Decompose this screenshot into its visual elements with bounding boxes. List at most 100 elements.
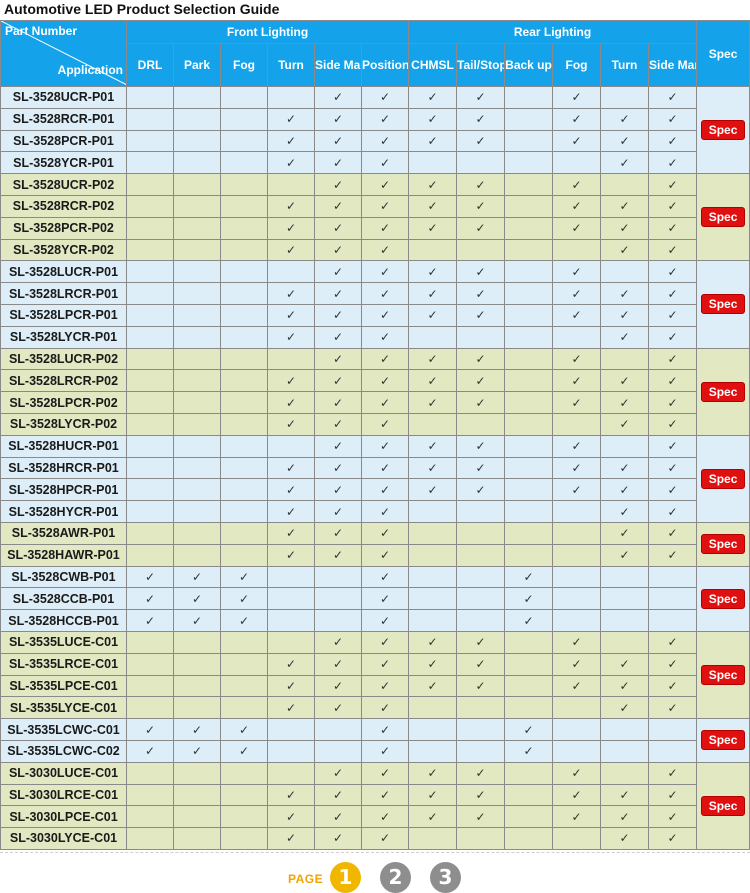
check-mark-cell: ✓ [361,478,409,502]
check-mark-cell: ✓ [408,391,457,414]
check-mark-cell: ✓ [361,827,409,850]
empty-cell [126,630,174,654]
empty-cell [220,434,268,458]
spec-button[interactable]: Spec [700,207,746,228]
table-row: SL-3528AWR-P01 ✓ ✓ ✓ ✓ ✓ Spec [0,521,750,567]
check-mark-cell: ✓ [314,696,362,720]
empty-cell [600,173,649,196]
page-1-button[interactable]: 1 [330,862,361,893]
header-col-rear-turn: Turn [600,43,649,87]
empty-cell [220,521,268,545]
check-mark-cell: ✓ [314,652,362,676]
check-mark-cell: ✓ [267,391,315,414]
page-3-button[interactable]: 3 [430,862,461,893]
check-mark-cell: ✓ [314,805,362,829]
check-mark-cell: ✓ [267,827,315,850]
check-mark-cell: ✓ [600,543,649,567]
part-number-cell: SL-3535LRCE-C01 [0,652,127,676]
check-mark-cell: ✓ [267,478,315,502]
table-row: SL-3535LRCE-C01 ✓ ✓ ✓ ✓ ✓ ✓ ✓ ✓ [0,652,750,676]
spec-button[interactable]: Spec [700,294,746,315]
spec-button[interactable]: Spec [700,381,746,402]
empty-cell [504,827,553,850]
check-mark-cell: ✓ [504,609,553,632]
empty-cell [173,325,221,349]
empty-cell [504,151,553,175]
empty-cell [408,238,457,262]
check-mark-cell: ✓ [456,391,505,414]
spec-button[interactable]: Spec [700,730,746,751]
check-mark-cell: ✓ [314,434,362,458]
table-row: SL-3528YCR-P01 ✓ ✓ ✓ ✓ ✓ [0,151,750,175]
check-mark-cell: ✓ [314,500,362,523]
spec-button[interactable]: Spec [700,534,746,555]
empty-cell [267,173,315,196]
check-mark-cell: ✓ [600,129,649,153]
check-mark-cell: ✓ [408,761,457,785]
empty-cell [126,761,174,785]
empty-cell [408,543,457,567]
check-mark-cell: ✓ [267,282,315,305]
part-number-cell: SL-3528RCR-P01 [0,107,127,131]
empty-cell [126,412,174,436]
check-mark-cell: ✓ [647,827,698,850]
empty-cell [173,827,221,850]
check-mark-cell: ✓ [361,194,409,218]
check-mark-cell: ✓ [552,173,601,196]
empty-cell [220,391,268,414]
spec-button[interactable]: Spec [700,120,746,141]
empty-cell [267,86,315,109]
empty-cell [220,260,268,284]
check-mark-cell: ✓ [647,521,698,545]
empty-cell [126,456,174,480]
empty-cell [456,718,505,741]
empty-cell [173,652,221,676]
check-mark-cell: ✓ [647,805,698,829]
empty-cell [126,107,174,131]
check-mark-cell: ✓ [361,412,409,436]
empty-cell [504,696,553,720]
empty-cell [504,260,553,284]
spec-button[interactable]: Spec [700,795,746,816]
empty-cell [504,238,553,262]
spec-button[interactable]: Spec [700,588,746,609]
empty-cell [504,303,553,327]
part-number-cell: SL-3528YCR-P01 [0,151,127,175]
header-col-position: Position [361,43,409,87]
check-mark-cell: ✓ [647,86,698,109]
table-row: SL-3528LRCR-P02 ✓ ✓ ✓ ✓ ✓ ✓ ✓ ✓ [0,369,750,393]
check-mark-cell: ✓ [361,739,409,763]
empty-cell [504,434,553,458]
table-row: SL-3528HRCR-P01 ✓ ✓ ✓ ✓ ✓ ✓ ✓ ✓ [0,456,750,480]
check-mark-cell: ✓ [600,303,649,327]
empty-cell [504,282,553,305]
table-row: SL-3528LPCR-P02 ✓ ✓ ✓ ✓ ✓ ✓ ✓ ✓ [0,391,750,414]
empty-cell [220,696,268,720]
empty-cell [504,86,553,109]
check-mark-cell: ✓ [220,587,268,611]
check-mark-cell: ✓ [456,674,505,698]
part-number-cell: SL-3528HAWR-P01 [0,543,127,567]
empty-cell [504,543,553,567]
empty-cell [600,609,649,632]
part-number-cell: SL-3535LUCE-C01 [0,630,127,654]
empty-cell [267,565,315,589]
check-mark-cell: ✓ [408,369,457,393]
check-mark-cell: ✓ [504,739,553,763]
check-mark-cell: ✓ [314,630,362,654]
spec-button[interactable]: Spec [700,665,746,686]
empty-cell [504,325,553,349]
empty-cell [267,434,315,458]
empty-cell [267,739,315,763]
empty-cell [600,761,649,785]
spec-button[interactable]: Spec [700,468,746,489]
empty-cell [126,478,174,502]
pagination: PAGE 1 2 3 [0,862,750,893]
check-mark-cell: ✓ [600,194,649,218]
empty-cell [456,521,505,545]
check-mark-cell: ✓ [267,412,315,436]
empty-cell [408,151,457,175]
empty-cell [126,129,174,153]
page-2-button[interactable]: 2 [380,862,411,893]
empty-cell [173,86,221,109]
